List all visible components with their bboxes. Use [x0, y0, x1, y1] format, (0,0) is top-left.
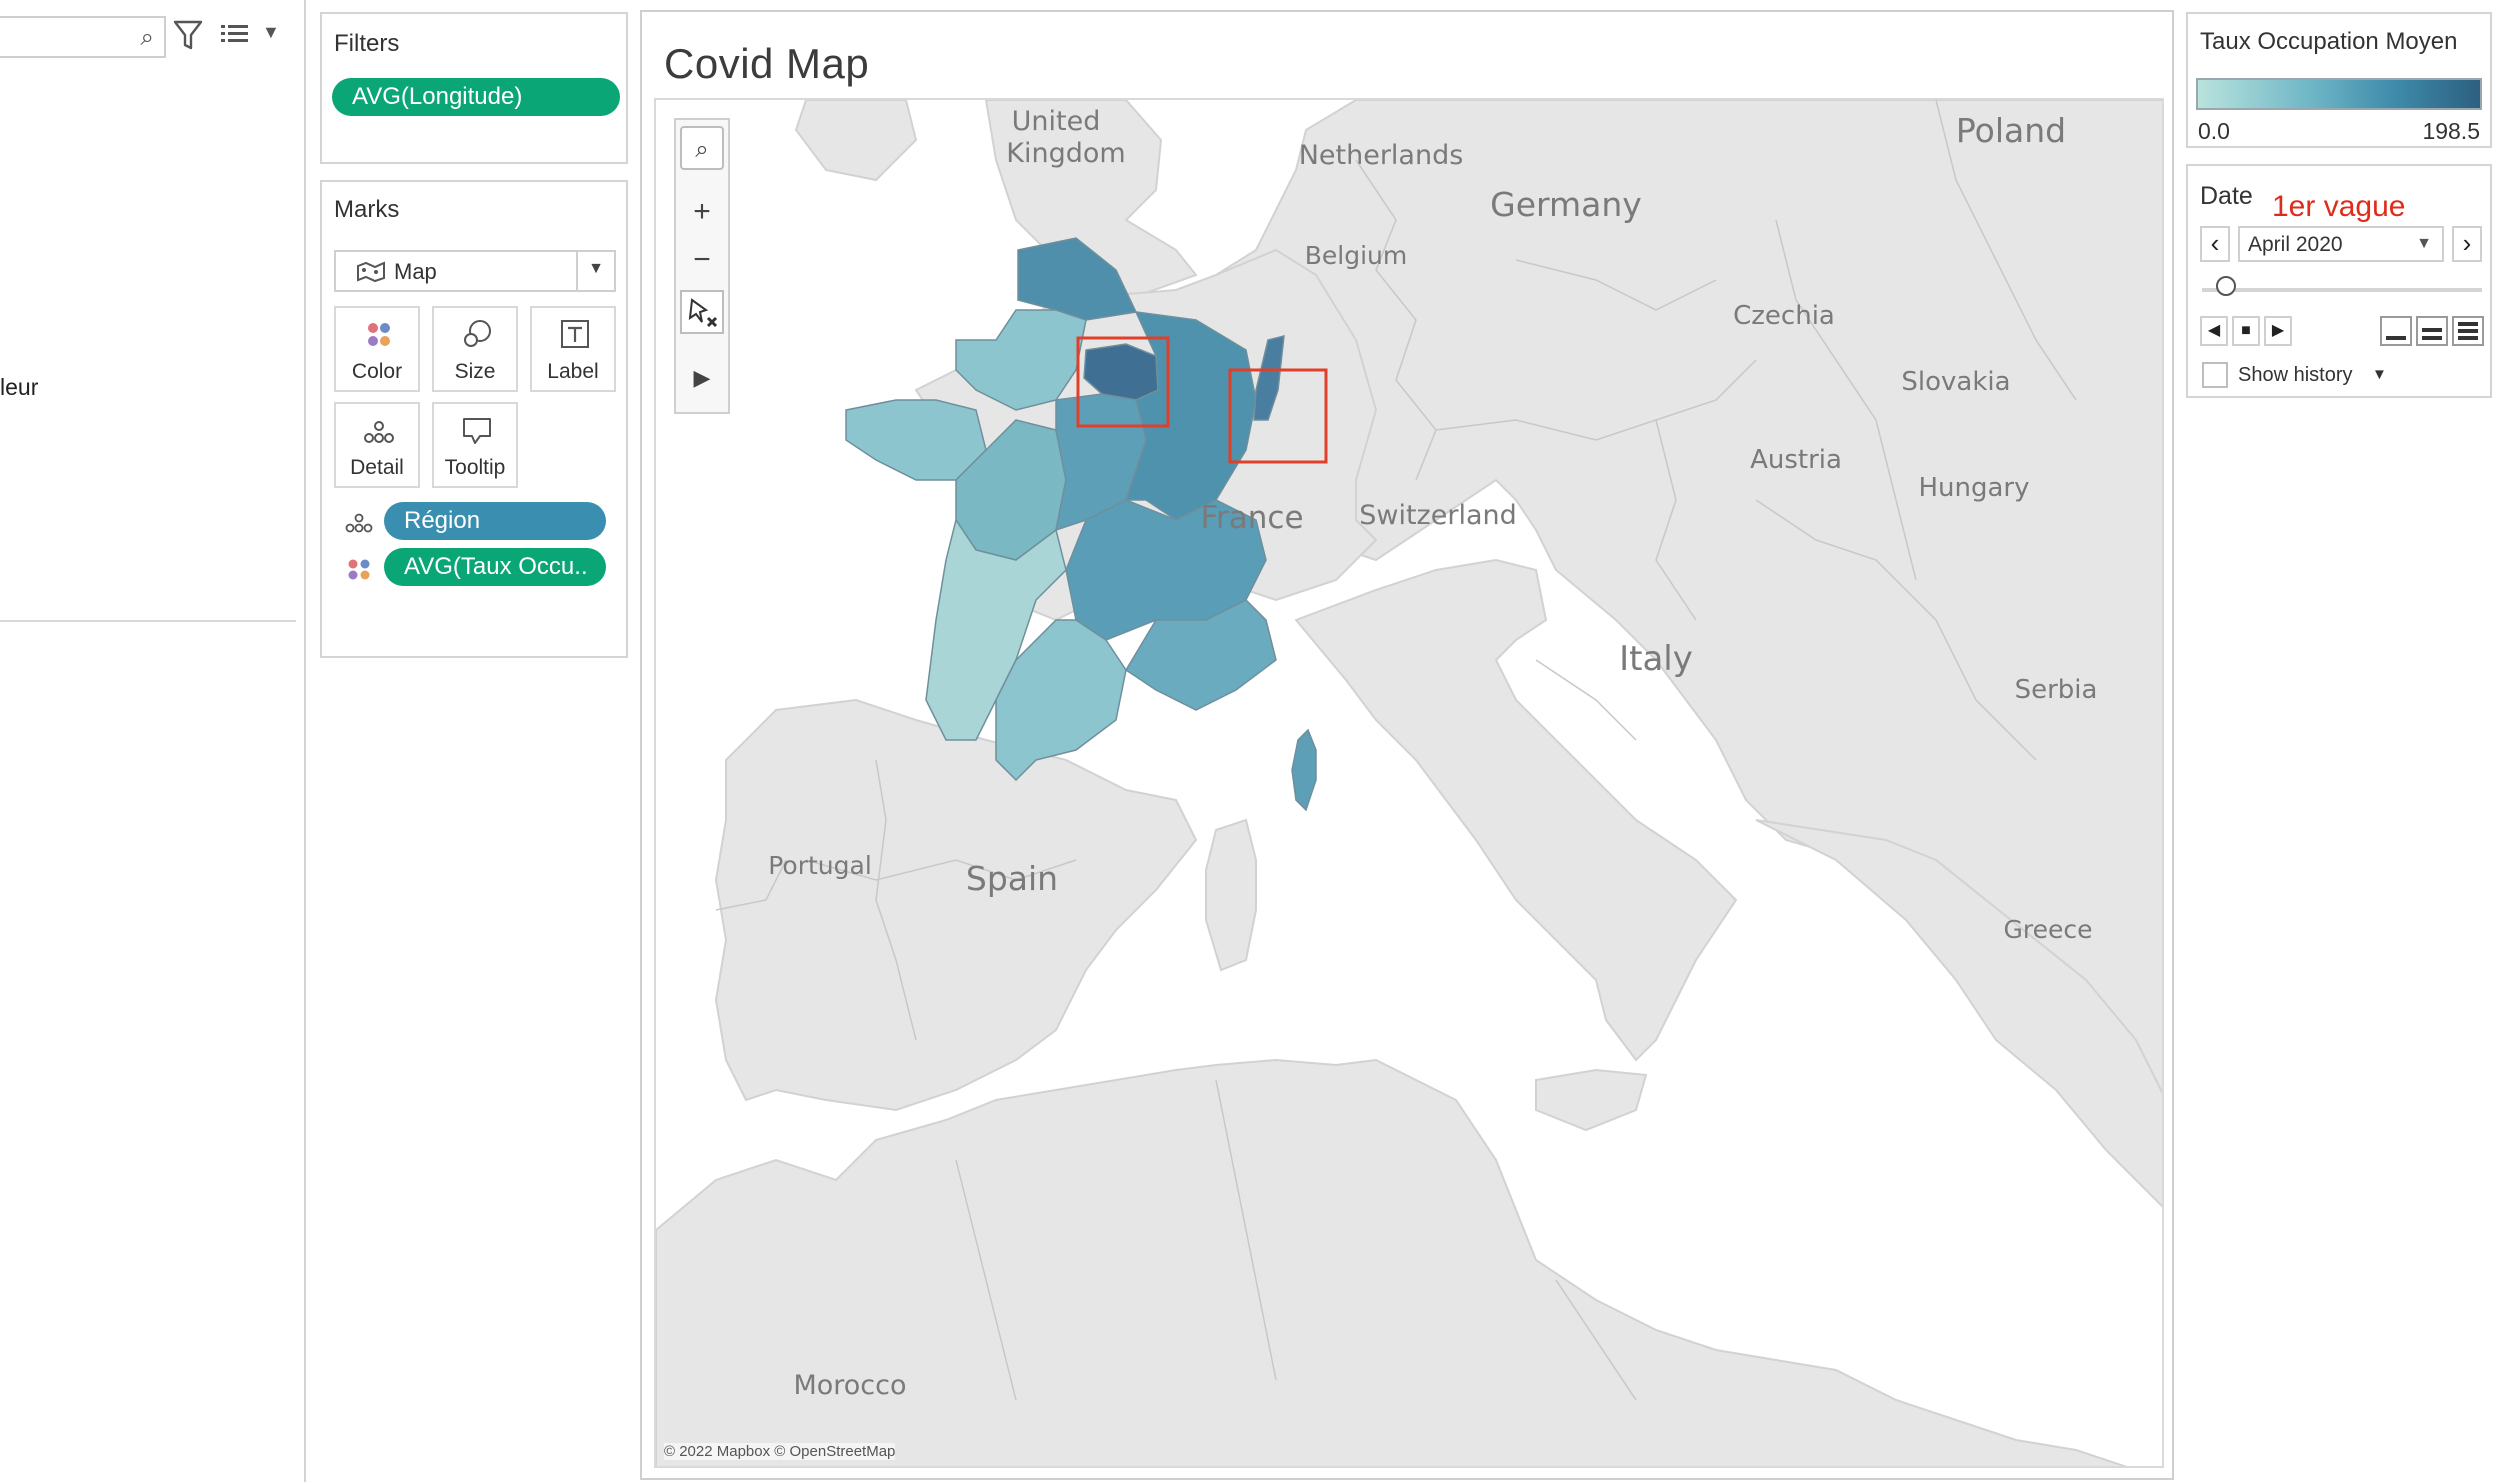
viz-worksheet: Covid Map United Kingdom Netherlands Pol…	[640, 10, 2174, 1480]
label-greece: Greece	[2004, 915, 2093, 944]
label-switzerland: Switzerland	[1359, 500, 1517, 531]
label-netherlands: Netherlands	[1299, 140, 1464, 171]
marks-shelf-color: AVG(Taux Occu..	[344, 548, 606, 588]
label-italy: Italy	[1619, 639, 1693, 679]
date-slider-handle[interactable]	[2216, 276, 2236, 296]
label-kingdom: Kingdom	[1006, 138, 1125, 169]
detail-button[interactable]: Detail	[334, 402, 420, 488]
speed-medium-button[interactable]	[2416, 316, 2448, 346]
label-france: France	[1200, 500, 1303, 536]
text-label-icon	[561, 320, 589, 348]
chevron-down-icon: ▼	[588, 260, 604, 277]
color-dots-icon	[368, 323, 390, 346]
list-view-icon[interactable]	[218, 20, 252, 50]
next-date-button[interactable]: ›	[2452, 226, 2482, 262]
chevron-down-icon[interactable]: ▼	[2372, 366, 2387, 383]
speed-fast-button[interactable]	[2452, 316, 2484, 346]
tooltip-icon	[463, 418, 491, 444]
legend-color-ramp	[2196, 78, 2482, 110]
size-button-label: Size	[454, 360, 496, 383]
play-forward-button[interactable]: ▶	[2264, 316, 2292, 346]
play-backward-button[interactable]: ◀	[2200, 316, 2228, 346]
label-button-label: Label	[547, 360, 599, 383]
map-toolbar: ⌕ + − ▶	[674, 118, 730, 414]
zoom-out-icon[interactable]: −	[680, 238, 724, 282]
pin-reset-icon[interactable]	[680, 290, 724, 334]
tooltip-button[interactable]: Tooltip	[432, 402, 518, 488]
date-annotation: 1er vague	[2272, 190, 2406, 223]
map-attribution[interactable]: © 2022 Mapbox © OpenStreetMap	[664, 1443, 896, 1460]
detail-button-label: Detail	[350, 456, 404, 479]
chevron-down-icon[interactable]: ▼	[262, 22, 280, 43]
filters-title: Filters	[334, 30, 400, 57]
date-page-control: Date 1er vague ‹ April 2020 ▼ › ◀ ■ ▶ Sh…	[2186, 164, 2492, 398]
label-poland: Poland	[1956, 111, 2066, 150]
date-dropdown-value: April 2020	[2248, 233, 2343, 256]
size-icon	[464, 320, 491, 347]
label-spain: Spain	[966, 859, 1058, 898]
stop-button[interactable]: ■	[2232, 316, 2260, 346]
legend-max-value: 198.5	[2422, 118, 2480, 144]
color-legend: Taux Occupation Moyen 0.0 198.5	[2186, 12, 2492, 148]
detail-dots-icon	[364, 421, 394, 443]
previous-date-button[interactable]: ‹	[2200, 226, 2230, 262]
legend-min-value: 0.0	[2198, 118, 2230, 144]
avg-taux-pill[interactable]: AVG(Taux Occu..	[384, 548, 606, 586]
label-austria: Austria	[1750, 445, 1842, 475]
divider	[576, 252, 578, 290]
label-slovakia: Slovakia	[1901, 367, 2010, 397]
data-search-input[interactable]: ⌕	[0, 16, 166, 58]
chevron-down-icon: ▼	[2416, 235, 2432, 252]
color-dots-icon	[348, 559, 370, 580]
legend-title: Taux Occupation Moyen	[2200, 28, 2458, 55]
data-pane: ⌕ ▼ leur	[0, 0, 306, 1482]
color-button-label: Color	[351, 360, 403, 383]
label-hungary: Hungary	[1918, 473, 2029, 503]
detail-dots-icon	[345, 513, 373, 533]
map-icon	[357, 261, 385, 283]
date-slider-track[interactable]	[2202, 288, 2482, 292]
search-icon[interactable]: ⌕	[680, 126, 724, 170]
label-belgium: Belgium	[1305, 241, 1408, 270]
speed-slow-button[interactable]	[2380, 316, 2412, 346]
divider	[0, 620, 296, 622]
page-title: Covid Map	[664, 40, 870, 87]
pin-icon	[688, 298, 718, 328]
date-control-title: Date	[2200, 182, 2253, 210]
size-button[interactable]: Size	[432, 306, 518, 392]
label-morocco: Morocco	[793, 1370, 906, 1401]
region-pill[interactable]: Région	[384, 502, 606, 540]
marks-card: Marks Map ▼ Color Size Label Detail Tool…	[320, 180, 628, 658]
map-canvas[interactable]: United Kingdom Netherlands Poland German…	[656, 100, 2164, 1468]
show-history-label[interactable]: Show history	[2238, 364, 2353, 387]
filters-card: Filters AVG(Longitude)	[320, 12, 628, 164]
label-portugal: Portugal	[768, 851, 872, 880]
label-united: United	[1012, 106, 1101, 137]
mark-type-label: Map	[394, 259, 437, 284]
field-name-partial[interactable]: leur	[0, 374, 38, 401]
label-czechia: Czechia	[1733, 301, 1835, 331]
color-button[interactable]: Color	[334, 306, 420, 392]
speed-bar-icon	[2422, 336, 2442, 340]
speed-bar-icon	[2458, 336, 2478, 340]
filter-pill-longitude[interactable]: AVG(Longitude)	[332, 78, 620, 116]
tooltip-button-label: Tooltip	[444, 456, 506, 479]
date-dropdown[interactable]: April 2020 ▼	[2238, 226, 2444, 262]
speed-bar-icon	[2422, 328, 2442, 332]
label-button[interactable]: Label	[530, 306, 616, 392]
speed-bar-icon	[2458, 322, 2478, 326]
map-view[interactable]: United Kingdom Netherlands Poland German…	[654, 98, 2164, 1468]
label-germany: Germany	[1490, 185, 1642, 224]
speed-bar-icon	[2386, 336, 2406, 340]
mark-type-dropdown[interactable]: Map ▼	[334, 250, 616, 292]
label-serbia: Serbia	[2015, 675, 2098, 705]
filter-icon[interactable]	[172, 18, 204, 52]
zoom-in-icon[interactable]: +	[680, 190, 724, 234]
search-icon: ⌕	[140, 24, 154, 51]
speed-bar-icon	[2458, 329, 2478, 333]
expand-arrow-icon[interactable]: ▶	[680, 356, 724, 400]
marks-shelf-detail: Région	[344, 502, 606, 542]
show-history-checkbox[interactable]	[2202, 362, 2228, 388]
marks-title: Marks	[334, 196, 400, 223]
